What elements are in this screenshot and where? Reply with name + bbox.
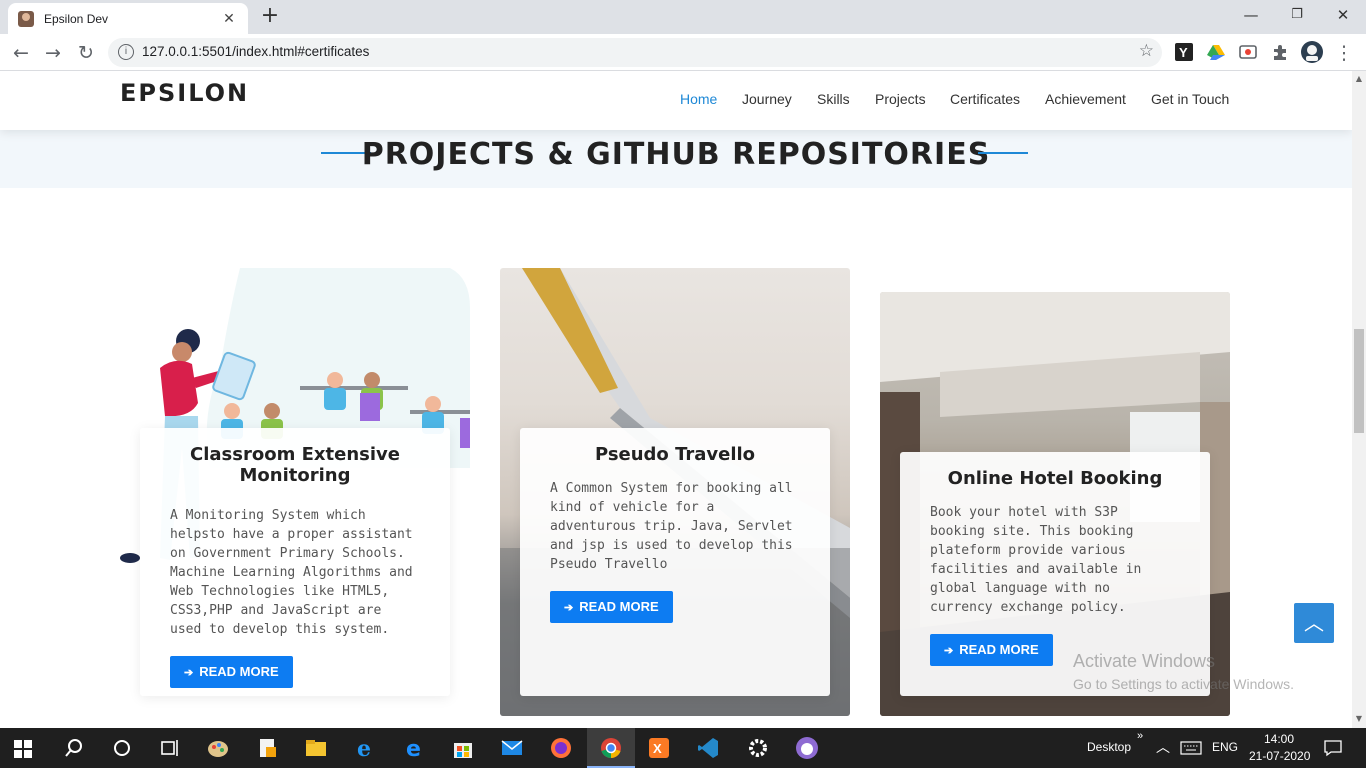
tab-title: Epsilon Dev bbox=[44, 11, 109, 26]
read-more-button[interactable]: ➔ READ MORE bbox=[170, 656, 293, 688]
nav-achievement[interactable]: Achievement bbox=[1045, 91, 1126, 107]
browser-menu-icon[interactable]: ⋮ bbox=[1331, 40, 1357, 66]
activate-windows-subtitle: Go to Settings to activate Windows. bbox=[1073, 676, 1294, 692]
github-desktop-icon[interactable] bbox=[795, 736, 819, 760]
vscode-icon[interactable] bbox=[696, 736, 720, 760]
browser-toolbar: ← → ↻ i 127.0.0.1:5501/index.html#certif… bbox=[0, 34, 1366, 71]
new-tab-button[interactable]: + bbox=[256, 5, 284, 29]
read-more-label: READ MORE bbox=[199, 664, 279, 679]
bookmark-star-icon[interactable]: ☆ bbox=[1139, 41, 1154, 61]
clock-time[interactable]: 14:00 bbox=[1264, 732, 1294, 746]
scroll-down-arrow-icon[interactable]: ▼ bbox=[1352, 714, 1366, 723]
svg-text:X: X bbox=[653, 741, 662, 756]
store-icon[interactable] bbox=[451, 736, 475, 760]
restore-button[interactable]: ❐ bbox=[1274, 0, 1320, 30]
chevron-up-icon: ︿ bbox=[1304, 611, 1324, 635]
mail-icon[interactable] bbox=[500, 736, 524, 760]
settings-gear-icon[interactable] bbox=[746, 736, 770, 760]
browser-tab-strip: Epsilon Dev ✕ + — ❐ ✕ bbox=[0, 0, 1366, 34]
extensions-puzzle-icon[interactable] bbox=[1271, 43, 1289, 61]
address-bar[interactable]: i 127.0.0.1:5501/index.html#certificates… bbox=[108, 38, 1162, 67]
project-description: A Common System for booking all kind of … bbox=[550, 481, 793, 572]
nav-get-in-touch[interactable]: Get in Touch bbox=[1151, 91, 1229, 107]
browser-tab[interactable]: Epsilon Dev ✕ bbox=[8, 3, 248, 34]
site-info-icon[interactable]: i bbox=[118, 44, 134, 60]
read-more-button[interactable]: ➔ READ MORE bbox=[550, 591, 673, 623]
task-view-icon[interactable] bbox=[158, 736, 182, 760]
language-indicator[interactable]: ENG bbox=[1212, 740, 1238, 754]
project-title: Classroom Extensive Monitoring bbox=[190, 444, 400, 486]
read-more-label: READ MORE bbox=[959, 642, 1039, 657]
notifications-icon[interactable] bbox=[1323, 739, 1343, 757]
nav-home[interactable]: Home bbox=[680, 91, 717, 107]
clock-date[interactable]: 21-07-2020 bbox=[1249, 749, 1310, 763]
svg-text:e: e bbox=[357, 736, 371, 760]
arrow-right-icon: ➔ bbox=[564, 602, 574, 614]
toolbar-chevron-icon[interactable]: » bbox=[1137, 730, 1143, 742]
desktop-toolbar-label[interactable]: Desktop bbox=[1087, 740, 1131, 754]
firefox-icon[interactable] bbox=[549, 736, 573, 760]
nav-skills[interactable]: Skills bbox=[817, 91, 850, 107]
google-drive-icon[interactable] bbox=[1207, 43, 1225, 61]
page-viewport: EPSILON Home Journey Skills Projects Cer… bbox=[0, 71, 1352, 728]
project-description: Book your hotel with S3P booking site. T… bbox=[930, 505, 1142, 615]
page-scrollbar[interactable]: ▲ ▼ bbox=[1352, 71, 1366, 728]
site-favicon-icon bbox=[18, 10, 34, 27]
tab-close-icon[interactable]: ✕ bbox=[220, 11, 238, 27]
project-title: Pseudo Travello bbox=[594, 444, 756, 465]
site-logo[interactable]: EPSILON bbox=[120, 79, 249, 107]
project-description: A Monitoring System which helpsto have a… bbox=[170, 508, 413, 637]
keyboard-icon[interactable] bbox=[1180, 741, 1202, 755]
hidden-icons-chevron-icon[interactable]: ︿ bbox=[1156, 737, 1170, 757]
windows-taskbar: e e X Desktop » ︿ ENG 14:00 21-07-2020 bbox=[0, 728, 1366, 768]
arrow-right-icon: ➔ bbox=[944, 645, 954, 657]
activate-windows-title: Activate Windows bbox=[1073, 651, 1216, 671]
nav-certificates[interactable]: Certificates bbox=[950, 91, 1020, 107]
reload-icon[interactable]: ↻ bbox=[73, 40, 99, 66]
project-title: Online Hotel Booking bbox=[947, 468, 1163, 489]
search-icon[interactable] bbox=[62, 736, 86, 760]
internet-explorer-icon[interactable]: e bbox=[354, 736, 378, 760]
nav-journey[interactable]: Journey bbox=[742, 91, 792, 107]
svg-text:e: e bbox=[406, 737, 421, 760]
files-app-icon[interactable] bbox=[256, 736, 280, 760]
forward-arrow-icon[interactable]: → bbox=[40, 40, 66, 66]
title-line-right bbox=[978, 152, 1028, 154]
profile-avatar-icon[interactable] bbox=[1301, 41, 1323, 63]
screenshot-extension-icon[interactable] bbox=[1239, 43, 1257, 61]
read-more-label: READ MORE bbox=[579, 599, 659, 614]
svg-text:Y: Y bbox=[1179, 45, 1188, 60]
back-arrow-icon[interactable]: ← bbox=[8, 40, 34, 66]
file-explorer-icon[interactable] bbox=[304, 736, 328, 760]
arrow-right-icon: ➔ bbox=[184, 667, 194, 679]
yandex-extension-icon[interactable]: Y bbox=[1175, 43, 1193, 61]
edge-icon[interactable]: e bbox=[402, 736, 426, 760]
section-title: PROJECTS & GITHUB REPOSITORIES bbox=[361, 137, 991, 172]
scroll-up-arrow-icon[interactable]: ▲ bbox=[1352, 74, 1366, 83]
paint-icon[interactable] bbox=[206, 736, 230, 760]
windows-start-icon[interactable] bbox=[14, 740, 32, 758]
scrollbar-thumb[interactable] bbox=[1354, 329, 1364, 433]
back-to-top-button[interactable]: ︿ bbox=[1294, 603, 1334, 643]
minimize-button[interactable]: — bbox=[1228, 0, 1274, 30]
project-card-travello: Pseudo Travello A Common System for book… bbox=[520, 428, 830, 696]
cortana-icon[interactable] bbox=[110, 736, 134, 760]
nav-projects[interactable]: Projects bbox=[875, 91, 926, 107]
read-more-button[interactable]: ➔ READ MORE bbox=[930, 634, 1053, 666]
project-card-classroom: Classroom Extensive Monitoring A Monitor… bbox=[140, 428, 450, 696]
close-window-button[interactable]: ✕ bbox=[1320, 0, 1366, 30]
address-url[interactable]: 127.0.0.1:5501/index.html#certificates bbox=[142, 44, 369, 59]
site-header: EPSILON Home Journey Skills Projects Cer… bbox=[0, 71, 1352, 130]
xampp-icon[interactable]: X bbox=[647, 736, 671, 760]
chrome-icon[interactable] bbox=[599, 736, 623, 760]
